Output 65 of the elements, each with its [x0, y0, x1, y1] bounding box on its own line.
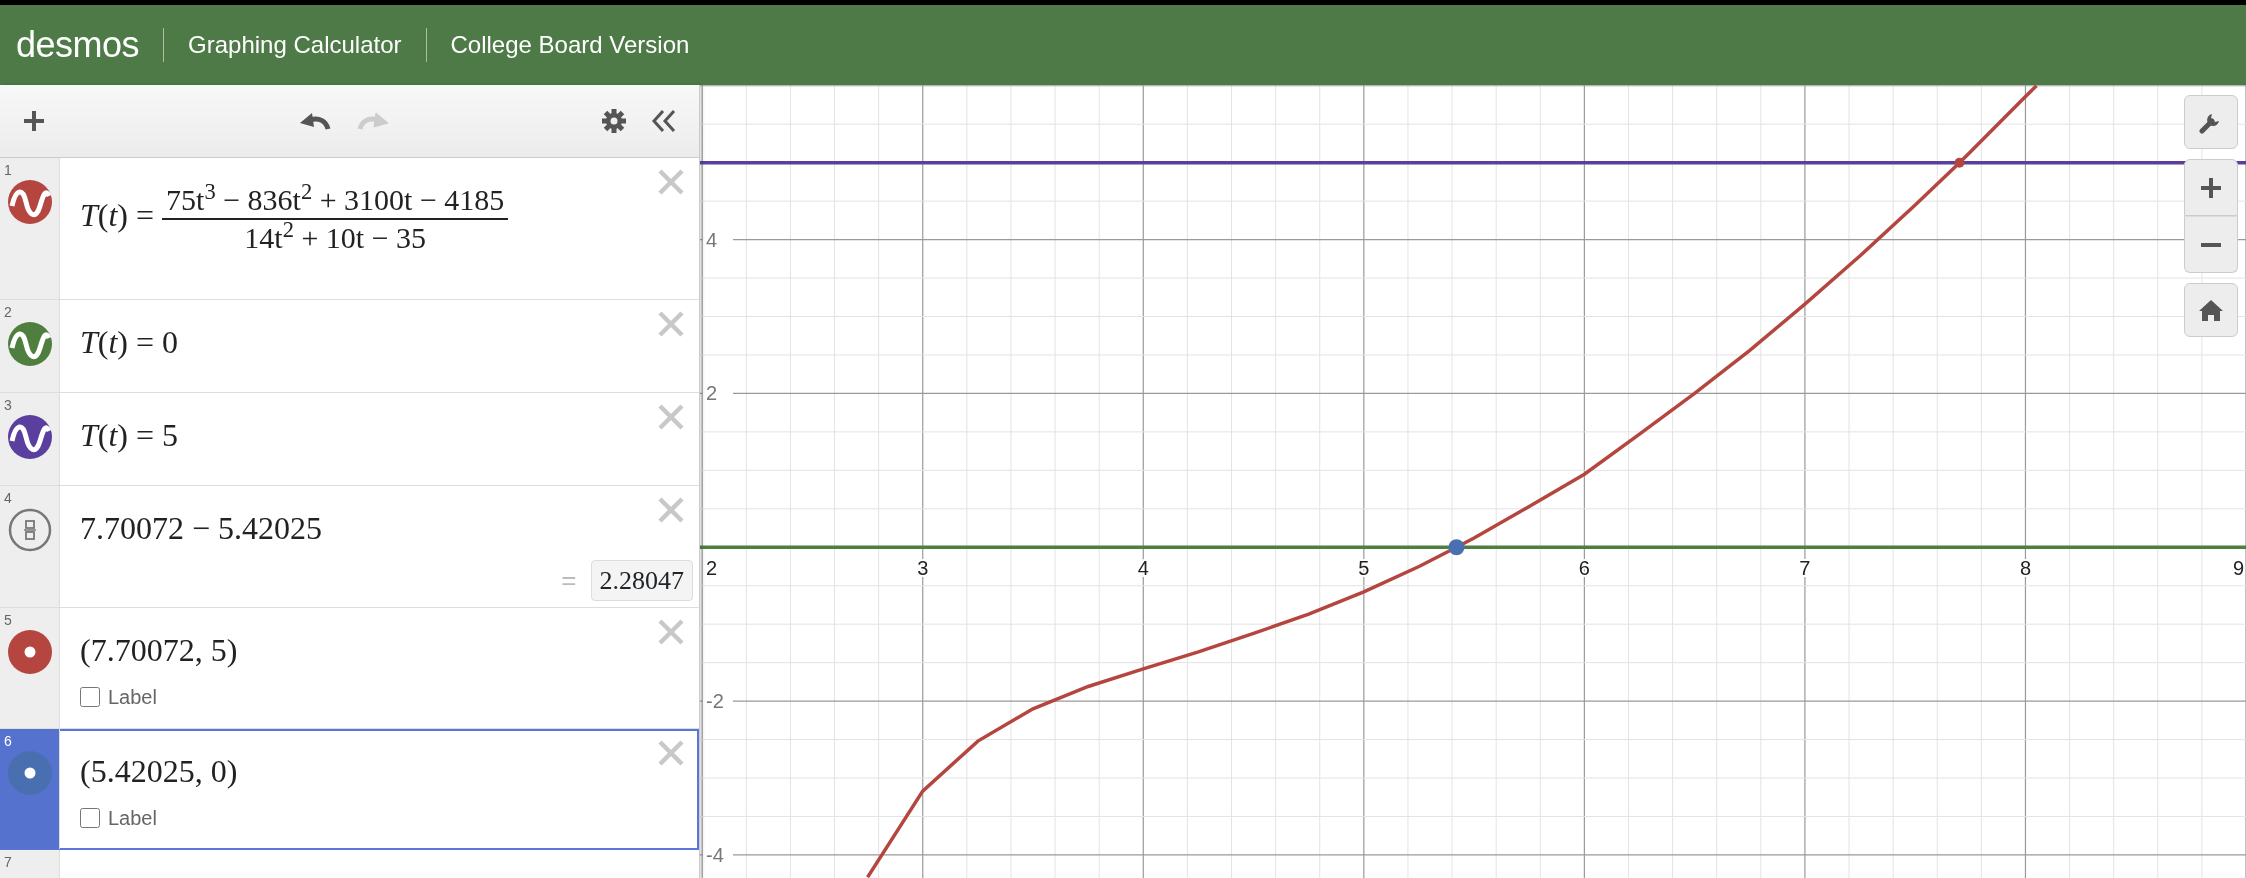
- math-expression[interactable]: T(t) = 75t$^{3}$ − 836t$^{2}$ + 3100t − 4185 14t$^{2}$ + 10t − 35: [80, 182, 509, 257]
- x-tick-label: 4: [1137, 557, 1149, 580]
- wave-icon[interactable]: [8, 322, 52, 367]
- x-tick-label: 3: [917, 557, 929, 580]
- minus-icon[interactable]: [2200, 241, 2222, 248]
- x-tick-label: 5: [1358, 557, 1370, 580]
- add-button[interactable]: [22, 109, 46, 134]
- row-gutter[interactable]: 6: [0, 729, 60, 850]
- expression-row[interactable]: 3 T(t) = 5: [0, 393, 699, 487]
- result-value: 2.28047: [590, 560, 693, 602]
- expression-row[interactable]: 4 7.70072 − 5.42025 = 2.28047: [0, 486, 699, 609]
- version-title: College Board Version: [450, 30, 690, 60]
- equals-sign: =: [561, 564, 577, 598]
- x-tick-label: 6: [1578, 557, 1590, 580]
- zoom-in-button[interactable]: [2184, 159, 2238, 216]
- row-number: 5: [4, 611, 12, 631]
- expression-row[interactable]: 7: [0, 850, 699, 878]
- y-tick-label: 2: [706, 382, 718, 405]
- point-icon[interactable]: [8, 630, 52, 675]
- expression-row[interactable]: 2 T(t) = 0: [0, 300, 699, 394]
- logo: desmos: [16, 23, 140, 67]
- row-number: 2: [4, 303, 12, 323]
- graph-point[interactable]: [1448, 539, 1465, 556]
- row-gutter[interactable]: 3: [0, 393, 60, 486]
- row-number: 4: [4, 489, 12, 509]
- math-expression[interactable]: T(t) = 5: [80, 411, 179, 460]
- row-gutter[interactable]: 7: [0, 850, 60, 878]
- x-tick-label: 9: [2232, 557, 2244, 580]
- label-checkbox[interactable]: [80, 808, 100, 829]
- y-tick-label: 4: [706, 228, 718, 251]
- graph-point[interactable]: [1954, 157, 1965, 168]
- row-gutter[interactable]: 1: [0, 158, 60, 300]
- math-expression[interactable]: (7.70072, 5): [80, 626, 238, 675]
- x-tick-label: 2: [706, 557, 718, 580]
- math-expression[interactable]: (5.42025, 0): [80, 747, 238, 796]
- app-title: Graphing Calculator: [188, 30, 402, 60]
- expression-row[interactable]: 6 (5.42025, 0) Label: [0, 729, 699, 851]
- wave-icon[interactable]: [8, 415, 52, 460]
- row-gutter[interactable]: 5: [0, 608, 60, 729]
- settings-wrench-icon[interactable]: [2184, 95, 2238, 149]
- settings-icon[interactable]: [601, 108, 627, 135]
- checkbox-label: Label: [108, 685, 157, 711]
- y-tick-label: -2: [706, 690, 724, 713]
- math-expression[interactable]: 7.70072 − 5.42025: [80, 504, 323, 553]
- point-icon[interactable]: [8, 751, 52, 796]
- expression-row[interactable]: 1 T(t) = 75t$^{3}$ − 836t$^{2}$ + 3100t − 4185 14t$^{2}$ + 10t − 35: [0, 158, 699, 301]
- row-number: 3: [4, 396, 12, 416]
- y-tick-label: -4: [706, 843, 724, 866]
- row-number: 7: [4, 853, 12, 873]
- fraction-icon[interactable]: [8, 508, 52, 553]
- expression-row[interactable]: 5 (7.70072, 5) Label: [0, 608, 699, 730]
- plus-icon[interactable]: [2200, 176, 2222, 199]
- zoom-out-button[interactable]: [2184, 216, 2238, 273]
- home-icon[interactable]: [2184, 283, 2238, 337]
- wave-icon[interactable]: [8, 180, 52, 225]
- x-tick-label: 7: [1799, 557, 1811, 580]
- row-number: 6: [4, 732, 12, 752]
- collapse-icon[interactable]: [651, 108, 677, 135]
- row-number: 1: [4, 161, 12, 181]
- math-expression[interactable]: T(t) = 0: [80, 318, 179, 367]
- label-checkbox[interactable]: [80, 687, 100, 708]
- row-gutter[interactable]: 4: [0, 486, 60, 608]
- row-gutter[interactable]: 2: [0, 300, 60, 393]
- x-tick-label: 8: [2019, 557, 2031, 580]
- checkbox-label: Label: [108, 806, 157, 832]
